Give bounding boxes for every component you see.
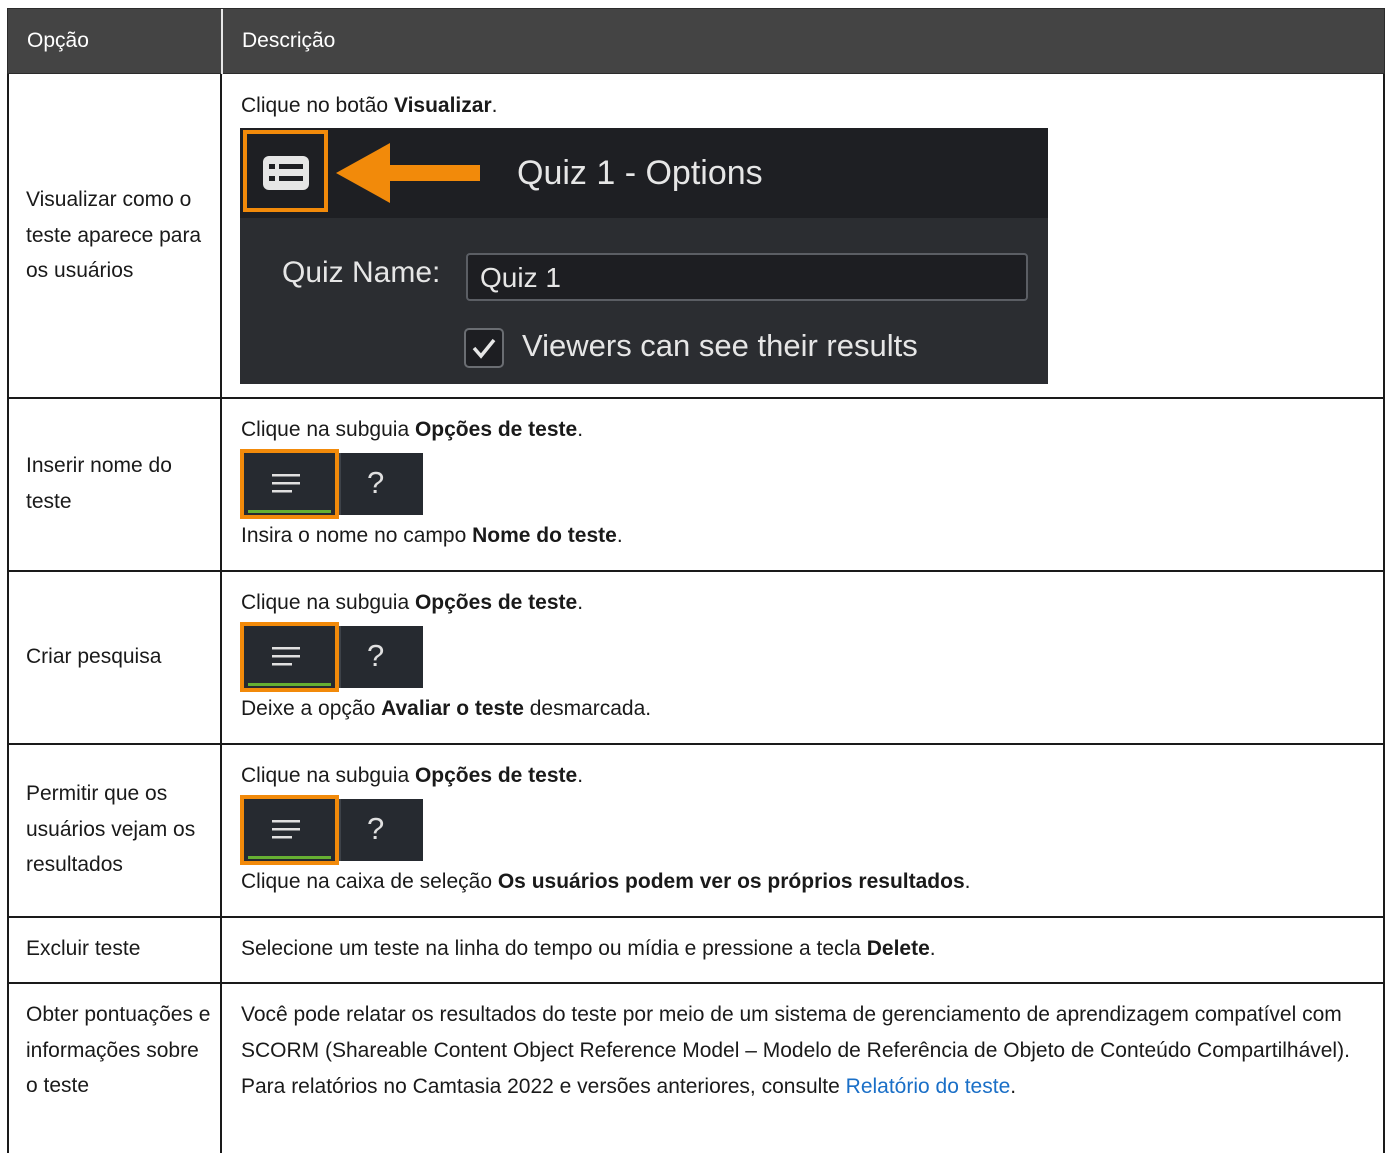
desc-text: . — [491, 94, 498, 117]
desc-text: . — [964, 870, 971, 893]
description-cell: Clique no botão Visualizar. — [241, 88, 1356, 124]
help-tab[interactable]: ? — [367, 465, 384, 501]
desc-bold: Os usuários podem ver os próprios result… — [497, 870, 965, 893]
tab-divider — [339, 453, 341, 515]
desc-bold: Opções de teste — [414, 418, 578, 441]
option-cell: Visualizar como o teste aparece para os … — [26, 188, 202, 282]
description-cell: Selecione um teste na linha do tempo ou … — [241, 931, 1356, 967]
header-option: Opção — [27, 29, 89, 52]
description-cell: Você pode relatar os resultados do teste… — [241, 997, 1356, 1105]
desc-text: . — [1010, 1075, 1017, 1098]
table-left-border — [7, 74, 9, 1153]
active-tab-indicator — [248, 856, 331, 859]
quiz-options-title: Quiz 1 - Options — [517, 154, 763, 192]
option-cell: Permitir que os usuários vejam os result… — [26, 782, 196, 876]
menu-lines-icon — [272, 820, 300, 839]
active-tab-indicator — [248, 510, 331, 513]
desc-text: Clique na subguia — [241, 764, 415, 787]
desc-text: Clique no botão — [241, 94, 394, 117]
preview-button[interactable] — [243, 130, 328, 212]
desc-text: . — [577, 591, 584, 614]
quiz-options-preview: Quiz 1 - Options Quiz Name: Quiz 1 Viewe… — [240, 128, 1048, 384]
tab-quiz-options[interactable] — [240, 622, 339, 692]
desc-bold: Delete — [866, 937, 930, 960]
quiz-subtabs: ? — [240, 449, 423, 519]
description-cell: Insira o nome no campo Nome do teste. — [241, 518, 1356, 554]
desc-text: Insira o nome no campo — [241, 524, 473, 547]
row-divider — [7, 982, 1385, 984]
quiz-report-link[interactable]: Relatório do teste — [846, 1075, 1011, 1098]
help-tab[interactable]: ? — [367, 638, 384, 674]
table-right-border — [1383, 74, 1385, 1153]
description-cell: Clique na caixa de seleção Os usuários p… — [241, 864, 1356, 900]
viewers-results-label: Viewers can see their results — [522, 328, 918, 363]
desc-text: desmarcada. — [523, 697, 652, 720]
desc-text: Clique na caixa de seleção — [241, 870, 498, 893]
desc-text: Deixe a opção — [241, 697, 382, 720]
menu-lines-icon — [272, 474, 300, 493]
quiz-name-value: Quiz 1 — [480, 262, 561, 293]
quiz-subtabs: ? — [240, 622, 423, 692]
option-cell: Inserir nome do teste — [26, 454, 172, 513]
option-cell: Criar pesquisa — [26, 645, 162, 668]
active-tab-indicator — [248, 683, 331, 686]
column-divider — [220, 74, 222, 1153]
quiz-name-label: Quiz Name: — [282, 256, 441, 289]
desc-text: Clique na subguia — [241, 591, 415, 614]
desc-text: . — [616, 524, 623, 547]
help-tab[interactable]: ? — [367, 811, 384, 847]
desc-text: Você pode relatar os resultados do teste… — [241, 1003, 1350, 1098]
header-description: Descrição — [242, 29, 336, 52]
desc-text: Selecione um teste na linha do tempo ou … — [241, 937, 867, 960]
menu-lines-icon — [272, 647, 300, 666]
description-cell: Clique na subguia Opções de teste. — [241, 758, 1356, 794]
row-divider — [7, 743, 1385, 745]
desc-bold: Avaliar o teste — [381, 697, 524, 720]
desc-text: Clique na subguia — [241, 418, 415, 441]
tab-quiz-options[interactable] — [240, 449, 339, 519]
tab-quiz-options[interactable] — [240, 795, 339, 865]
desc-bold: Opções de teste — [414, 591, 578, 614]
desc-bold: Opções de teste — [414, 764, 578, 787]
desc-text: . — [577, 418, 584, 441]
table-header: Opção Descrição — [7, 8, 1385, 75]
viewers-results-checkbox[interactable] — [464, 328, 504, 368]
desc-bold: Nome do teste — [472, 524, 617, 547]
tab-divider — [339, 799, 341, 861]
desc-bold: Visualizar — [393, 94, 492, 117]
desc-text: . — [929, 937, 936, 960]
desc-text: . — [577, 764, 584, 787]
checkmark-icon — [472, 338, 496, 359]
arrow-left-icon — [336, 143, 480, 203]
description-cell: Clique na subguia Opções de teste. — [241, 412, 1356, 448]
description-cell: Deixe a opção Avaliar o teste desmarcada… — [241, 691, 1356, 727]
quiz-name-field[interactable]: Quiz 1 — [466, 253, 1028, 301]
tab-divider — [339, 626, 341, 688]
option-cell: Excluir teste — [26, 937, 141, 960]
preview-card-icon — [263, 156, 309, 190]
row-divider — [7, 916, 1385, 918]
row-divider — [7, 397, 1385, 399]
quiz-subtabs: ? — [240, 795, 423, 865]
option-cell: Obter pontuações e informações sobre o t… — [26, 1003, 211, 1097]
description-cell: Clique na subguia Opções de teste. — [241, 585, 1356, 621]
header-separator — [221, 9, 223, 75]
row-divider — [7, 570, 1385, 572]
